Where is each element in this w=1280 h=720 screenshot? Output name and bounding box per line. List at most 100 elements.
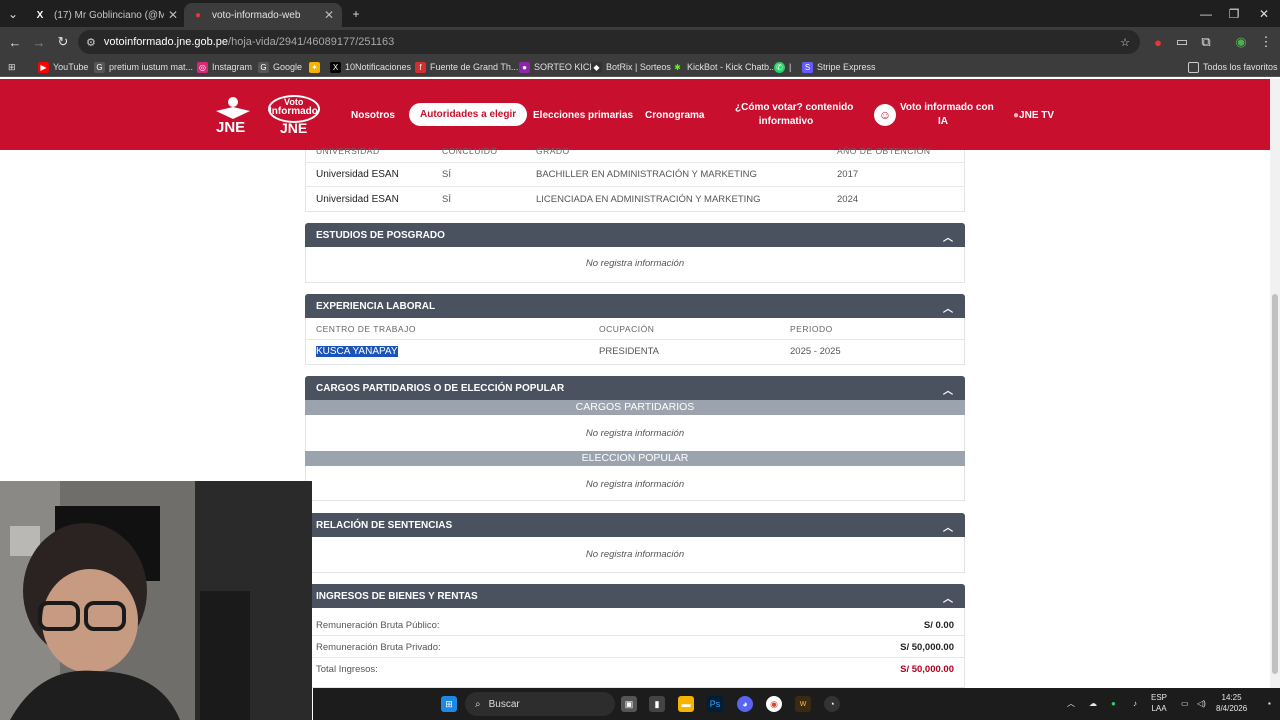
youtube-icon: ▶ [38, 61, 49, 73]
empty-message: No registra información [585, 258, 685, 269]
jne-logo[interactable]: JNE [210, 93, 256, 139]
scrollbar-thumb[interactable] [1272, 294, 1278, 674]
chevron-up-icon[interactable]: ︿ [943, 590, 953, 605]
tab-search-icon[interactable]: ⌄ [0, 0, 26, 27]
bookmark-stripe[interactable]: S Stripe Express [802, 60, 876, 74]
new-tab-button[interactable]: + [340, 0, 372, 27]
page-scrollbar[interactable] [1270, 79, 1280, 688]
bookmark-instagram[interactable]: ◎ Instagram [197, 60, 252, 74]
column-header: UNIVERSIDAD [316, 146, 380, 156]
microphone-icon[interactable]: ♪ [1133, 698, 1137, 709]
table-cell: LICENCIADA EN ADMINISTRACIÓN Y MARKETING [536, 194, 761, 205]
instagram-icon: ◎ [197, 61, 208, 73]
bookmark-sorteo-kick[interactable]: ● SORTEO KICK [519, 60, 595, 74]
bookmark-folder[interactable]: ✦ [309, 60, 324, 74]
nav-cronograma[interactable]: Cronograma [645, 110, 704, 121]
chrome-icon[interactable]: ◉ [766, 696, 782, 712]
bookmark-botrix[interactable]: ◆ BotRix | Sorteos [591, 60, 671, 74]
bookmark-youtube[interactable]: ▶ YouTube [38, 60, 88, 74]
task-view-icon[interactable]: ▣ [621, 696, 637, 712]
section-header-posgrado[interactable]: ESTUDIOS DE POSGRADO ︿ [305, 223, 965, 247]
multicolor-icon: ✦ [309, 61, 320, 73]
x-logo-icon: X [330, 61, 341, 73]
bookmark-pretium[interactable]: Gpretium iustum mat... [94, 60, 193, 74]
language-indicator[interactable]: ESP LAA [1151, 692, 1167, 714]
app-icon[interactable]: ▮ [649, 696, 665, 712]
subheader-cargos-partidarios: CARGOS PARTIDARIOS [305, 400, 965, 415]
notification-icon[interactable]: ▪ [1268, 698, 1271, 709]
address-bar-row: ← → ↻ ⚙ votoinformado.jne.gob.pe/hoja-vi… [0, 27, 1280, 57]
section-header-sentencias[interactable]: RELACIÓN DE SENTENCIAS ︿ [305, 513, 965, 537]
section-header-ingresos[interactable]: INGRESOS DE BIENES Y RENTAS ︿ [305, 584, 965, 608]
all-favorites-folder[interactable]: Todos los favoritos [1188, 60, 1278, 74]
nav-voto-ia[interactable]: Voto informado con IA [900, 101, 994, 129]
site-header: JNE Voto Informado JNE Nosotros Autorida… [0, 79, 1270, 150]
extensions-puzzle-icon[interactable]: ⧉ [1198, 34, 1214, 50]
google-icon: G [258, 61, 269, 73]
column-header: CENTRO DE TRABAJO [316, 324, 416, 334]
tray-app-icon[interactable]: ● [1111, 698, 1116, 709]
network-icon[interactable]: ▭ [1181, 698, 1189, 709]
bookmark-star-icon[interactable]: ☆ [1120, 36, 1130, 49]
column-header: OCUPACIÓN [599, 324, 655, 334]
bookmark-gta[interactable]: f Fuente de Grand Th... [415, 60, 518, 74]
bookmark-google[interactable]: G Google [258, 60, 302, 74]
income-label: Remuneración Bruta Público: [316, 620, 440, 631]
nav-autoridades[interactable]: Autoridades a elegir [409, 103, 528, 126]
bookmark-whatsapp[interactable]: ✆ | [774, 60, 791, 74]
game-app-icon[interactable]: W [795, 696, 811, 712]
close-tab-icon[interactable]: ✕ [168, 8, 178, 22]
folder-icon [1188, 61, 1199, 73]
volume-icon[interactable]: ◁) [1197, 698, 1206, 709]
back-icon[interactable]: ← [7, 34, 23, 50]
column-header: AÑO DE OBTENCIÓN [837, 146, 931, 156]
bookmarks-bar: ⊞ ▶ YouTube Gpretium iustum mat... ◎ Insta… [0, 57, 1280, 77]
profile-avatar-icon[interactable]: ◉ [1233, 34, 1249, 50]
chevron-up-icon[interactable]: ︿ [943, 519, 953, 534]
bookmark-kickbot[interactable]: ✱ KickBot - Kick Chatb... [672, 60, 777, 74]
url-path: /hoja-vida/2941/46089177/251163 [228, 36, 395, 48]
file-explorer-icon[interactable]: ▬ [678, 696, 694, 712]
tab-voto-informado[interactable]: ● voto-informado-web ✕ [184, 3, 342, 27]
google-icon: G [94, 61, 105, 73]
forward-icon[interactable]: → [31, 34, 47, 50]
nav-elecciones-primarias[interactable]: Elecciones primarias [533, 110, 633, 121]
table-cell: SÍ [442, 169, 451, 180]
table-cell: 2024 [837, 194, 859, 205]
apps-grid-icon[interactable]: ⊞ [8, 60, 16, 74]
section-header-cargos[interactable]: CARGOS PARTIDARIOS O DE ELECCIÓN POPULAR… [305, 376, 965, 400]
tab-twitter[interactable]: X (17) Mr Goblinciano (@MGobli... ✕ [26, 3, 186, 27]
photoshop-icon[interactable]: Ps [707, 696, 723, 712]
clock[interactable]: 14:25 8/4/2026 [1216, 692, 1247, 714]
tray-app-icon[interactable]: ☁ [1089, 698, 1097, 709]
chevron-up-icon[interactable]: ︿ [943, 229, 953, 244]
menu-kebab-icon[interactable]: ⋮ [1258, 34, 1274, 50]
chevron-up-icon[interactable]: ︿ [943, 382, 953, 397]
income-value: S/ 50,000.00 [900, 642, 954, 653]
reload-icon[interactable]: ↻ [55, 34, 71, 50]
extension-icon[interactable]: ▭ [1174, 34, 1190, 50]
discord-icon[interactable]: ◕ [737, 696, 753, 712]
url-host: votoinformado.jne.gob.pe [103, 36, 229, 48]
windows-start-icon[interactable]: ⊞ [441, 696, 457, 712]
nav-nosotros[interactable]: Nosotros [351, 110, 395, 121]
nav-como-votar[interactable]: ¿Cómo votar? contenido informativo [735, 101, 853, 129]
bookmark-10notificaciones[interactable]: X 10Notificaciones [330, 60, 411, 74]
botrix-icon: ◆ [591, 61, 602, 73]
nav-jne-tv[interactable]: ●JNE TV [1013, 110, 1054, 121]
section-header-experiencia[interactable]: EXPERIENCIA LABORAL ︿ [305, 294, 965, 318]
windows-taskbar: ⊞ ⌕ Buscar ▣ ▮ ▬ Ps ◕ ◉ W ◔ ︿ ☁ ● ♪ ESP … [313, 688, 1280, 720]
extension-icon[interactable]: ● [1150, 34, 1166, 50]
taskbar-search[interactable]: ⌕ Buscar [465, 692, 615, 716]
webcam-person-image [0, 481, 312, 720]
maximize-button[interactable]: ❐ [1218, 0, 1250, 27]
tray-chevron-icon[interactable]: ︿ [1067, 698, 1075, 709]
empty-message: No registra información [585, 428, 685, 439]
close-window-button[interactable]: ✕ [1248, 0, 1280, 27]
url-field[interactable]: ⚙ votoinformado.jne.gob.pe/hoja-vida/294… [78, 30, 1140, 54]
close-tab-icon[interactable]: ✕ [324, 8, 334, 22]
site-info-icon[interactable]: ⚙ [86, 36, 96, 49]
voto-informado-logo[interactable]: Voto Informado JNE [266, 93, 322, 139]
obs-icon[interactable]: ◔ [824, 696, 840, 712]
chevron-up-icon[interactable]: ︿ [943, 300, 953, 315]
